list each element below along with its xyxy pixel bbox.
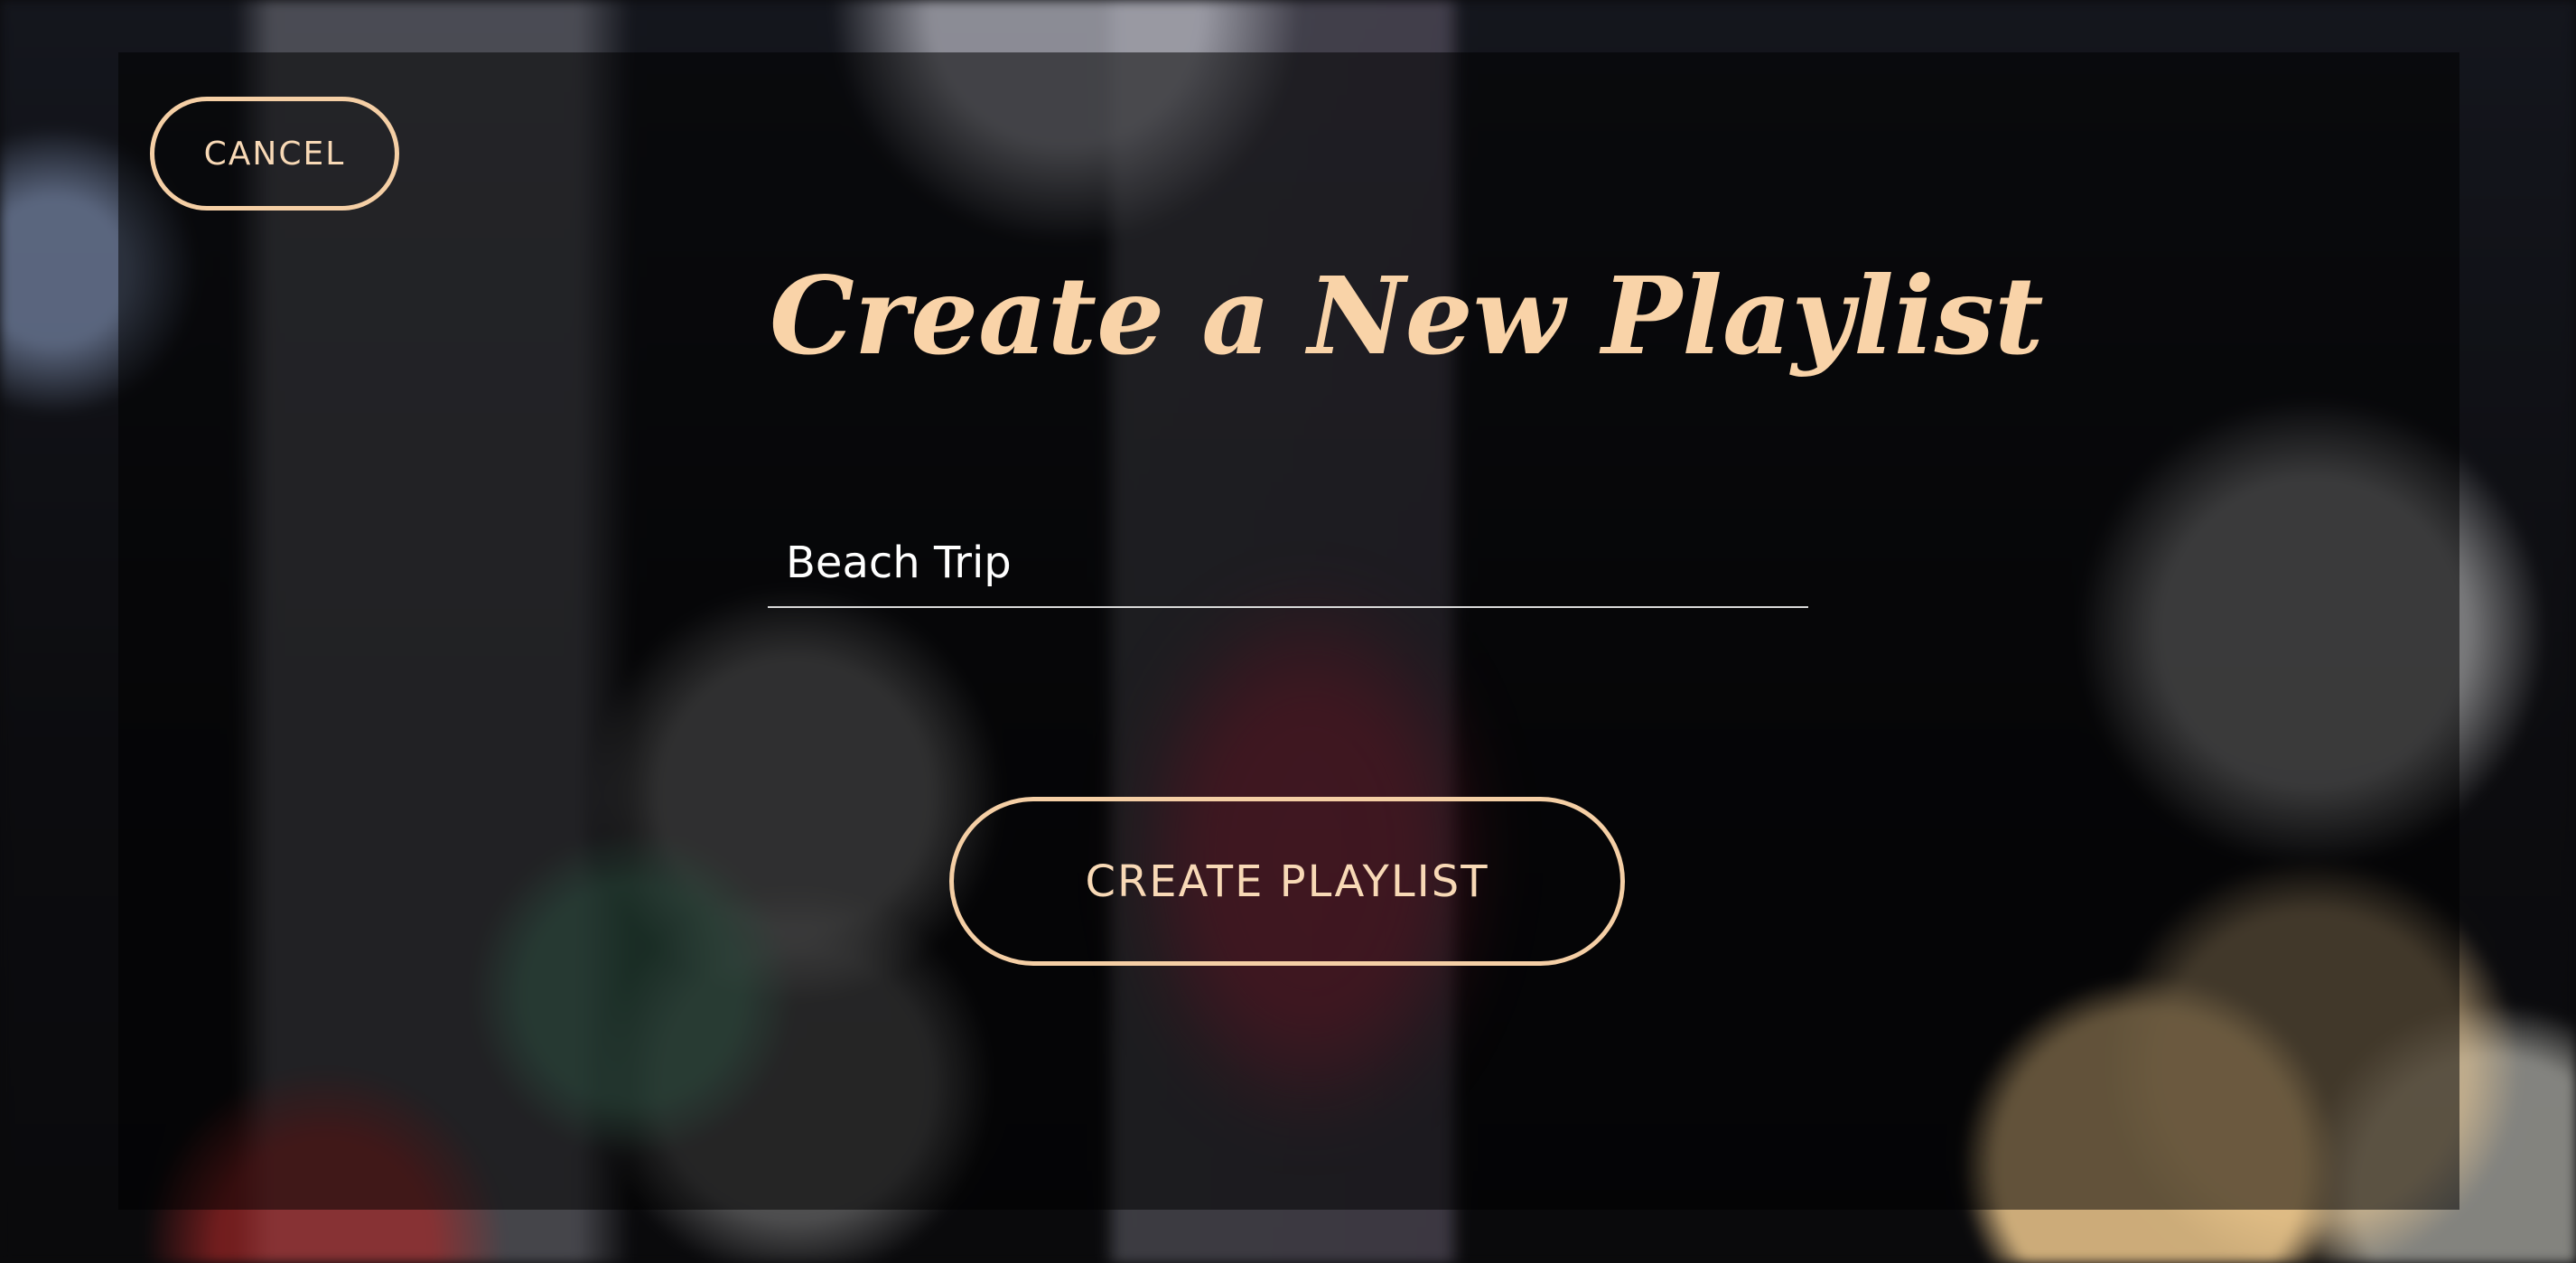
create-playlist-dialog bbox=[118, 52, 2459, 1210]
playlist-name-field bbox=[768, 519, 1808, 608]
create-playlist-button[interactable]: CREATE PLAYLIST bbox=[949, 797, 1625, 966]
dialog-title: Create a New Playlist bbox=[770, 253, 2044, 379]
playlist-name-input[interactable] bbox=[768, 519, 1808, 606]
cancel-button[interactable]: CANCEL bbox=[150, 97, 399, 210]
